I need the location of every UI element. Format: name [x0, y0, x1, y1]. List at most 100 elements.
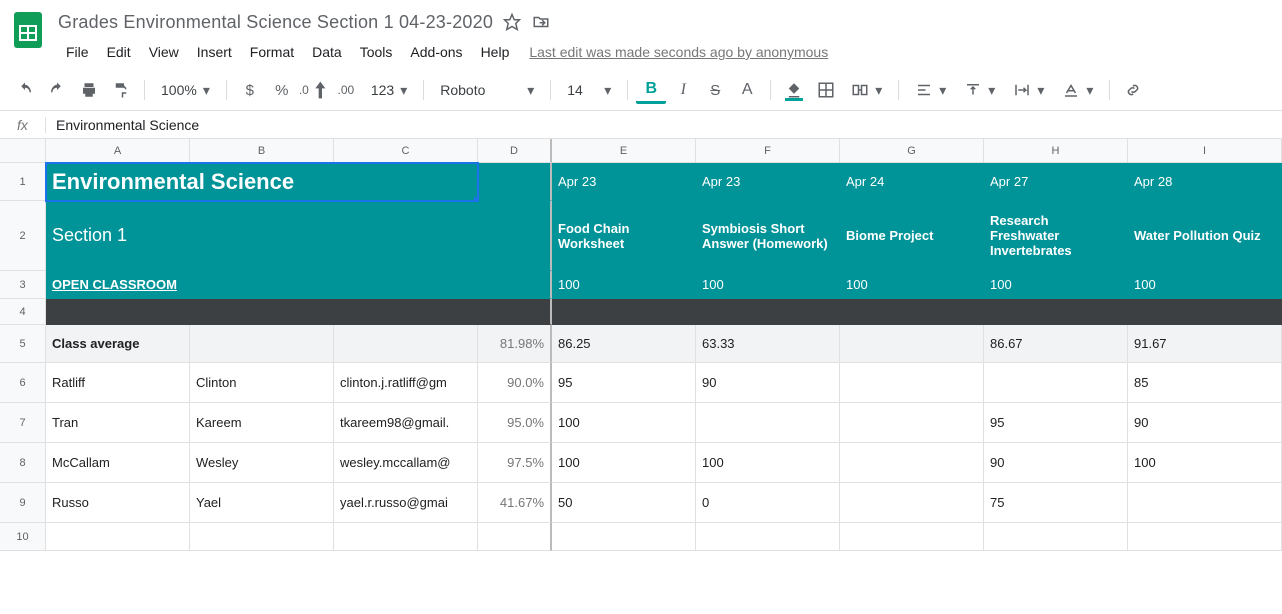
currency-button[interactable]: $ — [235, 76, 265, 104]
cell[interactable] — [840, 483, 984, 523]
cell[interactable]: Symbiosis Short Answer (Homework) — [696, 201, 840, 271]
strikethrough-button[interactable]: S — [700, 76, 730, 104]
cell[interactable]: 41.67% — [478, 483, 552, 523]
font-size-select[interactable]: 14▾ — [559, 76, 619, 104]
menu-edit[interactable]: Edit — [99, 40, 139, 64]
star-icon[interactable] — [503, 13, 521, 31]
cell[interactable]: Yael — [190, 483, 334, 523]
cell[interactable] — [840, 325, 984, 363]
col-header[interactable]: I — [1128, 139, 1282, 163]
cell[interactable] — [696, 523, 840, 551]
row-header[interactable]: 8 — [0, 443, 46, 483]
cell[interactable]: 100 — [1128, 271, 1282, 299]
move-to-folder-icon[interactable] — [531, 13, 551, 31]
cell[interactable]: 91.67 — [1128, 325, 1282, 363]
cell[interactable] — [478, 163, 552, 201]
print-button[interactable] — [74, 76, 104, 104]
class-average-pct[interactable]: 81.98% — [478, 325, 552, 363]
cell[interactable]: 100 — [552, 403, 696, 443]
cell[interactable]: 100 — [552, 271, 696, 299]
cell[interactable] — [478, 201, 552, 271]
cell[interactable] — [984, 363, 1128, 403]
cell[interactable]: Food Chain Worksheet — [552, 201, 696, 271]
col-header[interactable]: C — [334, 139, 478, 163]
col-header[interactable]: H — [984, 139, 1128, 163]
cell[interactable] — [840, 523, 984, 551]
row-header[interactable]: 5 — [0, 325, 46, 363]
cell[interactable]: 85 — [1128, 363, 1282, 403]
font-select[interactable]: Roboto▾ — [432, 76, 542, 104]
menu-insert[interactable]: Insert — [189, 40, 240, 64]
cell[interactable]: Apr 28 — [1128, 163, 1282, 201]
cell[interactable] — [334, 523, 478, 551]
cell[interactable]: Apr 24 — [840, 163, 984, 201]
cell[interactable]: 90.0% — [478, 363, 552, 403]
cell[interactable]: 97.5% — [478, 443, 552, 483]
percent-button[interactable]: % — [267, 76, 297, 104]
cell[interactable] — [478, 523, 552, 551]
cell[interactable]: clinton.j.ratliff@gm — [334, 363, 478, 403]
cell[interactable]: 95 — [984, 403, 1128, 443]
insert-link-button[interactable] — [1118, 76, 1148, 104]
cell[interactable] — [552, 299, 1282, 325]
cell[interactable]: tkareem98@gmail. — [334, 403, 478, 443]
cell[interactable]: Apr 27 — [984, 163, 1128, 201]
spreadsheet-grid[interactable]: A B C D E F G H I 1 Environmental Scienc… — [0, 139, 1282, 551]
last-edit-status[interactable]: Last edit was made seconds ago by anonym… — [529, 44, 828, 60]
cell[interactable]: yael.r.russo@gmai — [334, 483, 478, 523]
cell[interactable]: Biome Project — [840, 201, 984, 271]
h-align-button[interactable]: ▾ — [907, 76, 954, 104]
cell[interactable] — [696, 403, 840, 443]
cell[interactable]: Apr 23 — [552, 163, 696, 201]
cell[interactable] — [334, 325, 478, 363]
row-header[interactable]: 7 — [0, 403, 46, 443]
cell[interactable]: 75 — [984, 483, 1128, 523]
cell[interactable]: Russo — [46, 483, 190, 523]
cell[interactable]: Research Freshwater Invertebrates — [984, 201, 1128, 271]
cell[interactable] — [46, 523, 190, 551]
zoom-select[interactable]: 100%▾ — [153, 76, 218, 104]
cell[interactable]: 50 — [552, 483, 696, 523]
row-header[interactable]: 2 — [0, 201, 46, 271]
cell[interactable]: 95 — [552, 363, 696, 403]
cell[interactable] — [840, 403, 984, 443]
doc-title[interactable]: Grades Environmental Science Section 1 0… — [58, 12, 493, 33]
cell[interactable]: Water Pollution Quiz — [1128, 201, 1282, 271]
menu-data[interactable]: Data — [304, 40, 350, 64]
fill-color-button[interactable] — [779, 76, 809, 104]
class-average-label[interactable]: Class average — [46, 325, 190, 363]
bold-button[interactable]: B — [636, 76, 666, 104]
italic-button[interactable]: I — [668, 76, 698, 104]
cell[interactable] — [552, 523, 696, 551]
cell-a2[interactable]: Section 1 — [46, 201, 478, 271]
paint-format-button[interactable] — [106, 76, 136, 104]
menu-view[interactable]: View — [141, 40, 187, 64]
cell[interactable] — [1128, 523, 1282, 551]
cell[interactable]: 86.67 — [984, 325, 1128, 363]
cell[interactable]: Kareem — [190, 403, 334, 443]
increase-decimal-button[interactable]: .00 — [331, 76, 361, 104]
cell[interactable]: 100 — [1128, 443, 1282, 483]
cell[interactable] — [190, 325, 334, 363]
sheets-logo[interactable] — [10, 10, 50, 50]
col-header[interactable]: D — [478, 139, 552, 163]
decrease-decimal-button[interactable]: .0 — [299, 76, 329, 104]
cell[interactable]: Clinton — [190, 363, 334, 403]
cell[interactable]: 90 — [696, 363, 840, 403]
cell[interactable]: 95.0% — [478, 403, 552, 443]
menu-file[interactable]: File — [58, 40, 97, 64]
menu-addons[interactable]: Add-ons — [402, 40, 470, 64]
col-header[interactable]: G — [840, 139, 984, 163]
menu-tools[interactable]: Tools — [352, 40, 401, 64]
text-wrap-button[interactable]: ▾ — [1005, 76, 1052, 104]
text-color-button[interactable]: A — [732, 76, 762, 104]
menu-help[interactable]: Help — [473, 40, 518, 64]
cell[interactable]: 100 — [840, 271, 984, 299]
cell[interactable]: Wesley — [190, 443, 334, 483]
cell-a1[interactable]: Environmental Science — [46, 163, 478, 201]
cell[interactable]: 86.25 — [552, 325, 696, 363]
v-align-button[interactable]: ▾ — [956, 76, 1003, 104]
row-header[interactable]: 1 — [0, 163, 46, 201]
cell[interactable]: 0 — [696, 483, 840, 523]
col-header[interactable]: A — [46, 139, 190, 163]
